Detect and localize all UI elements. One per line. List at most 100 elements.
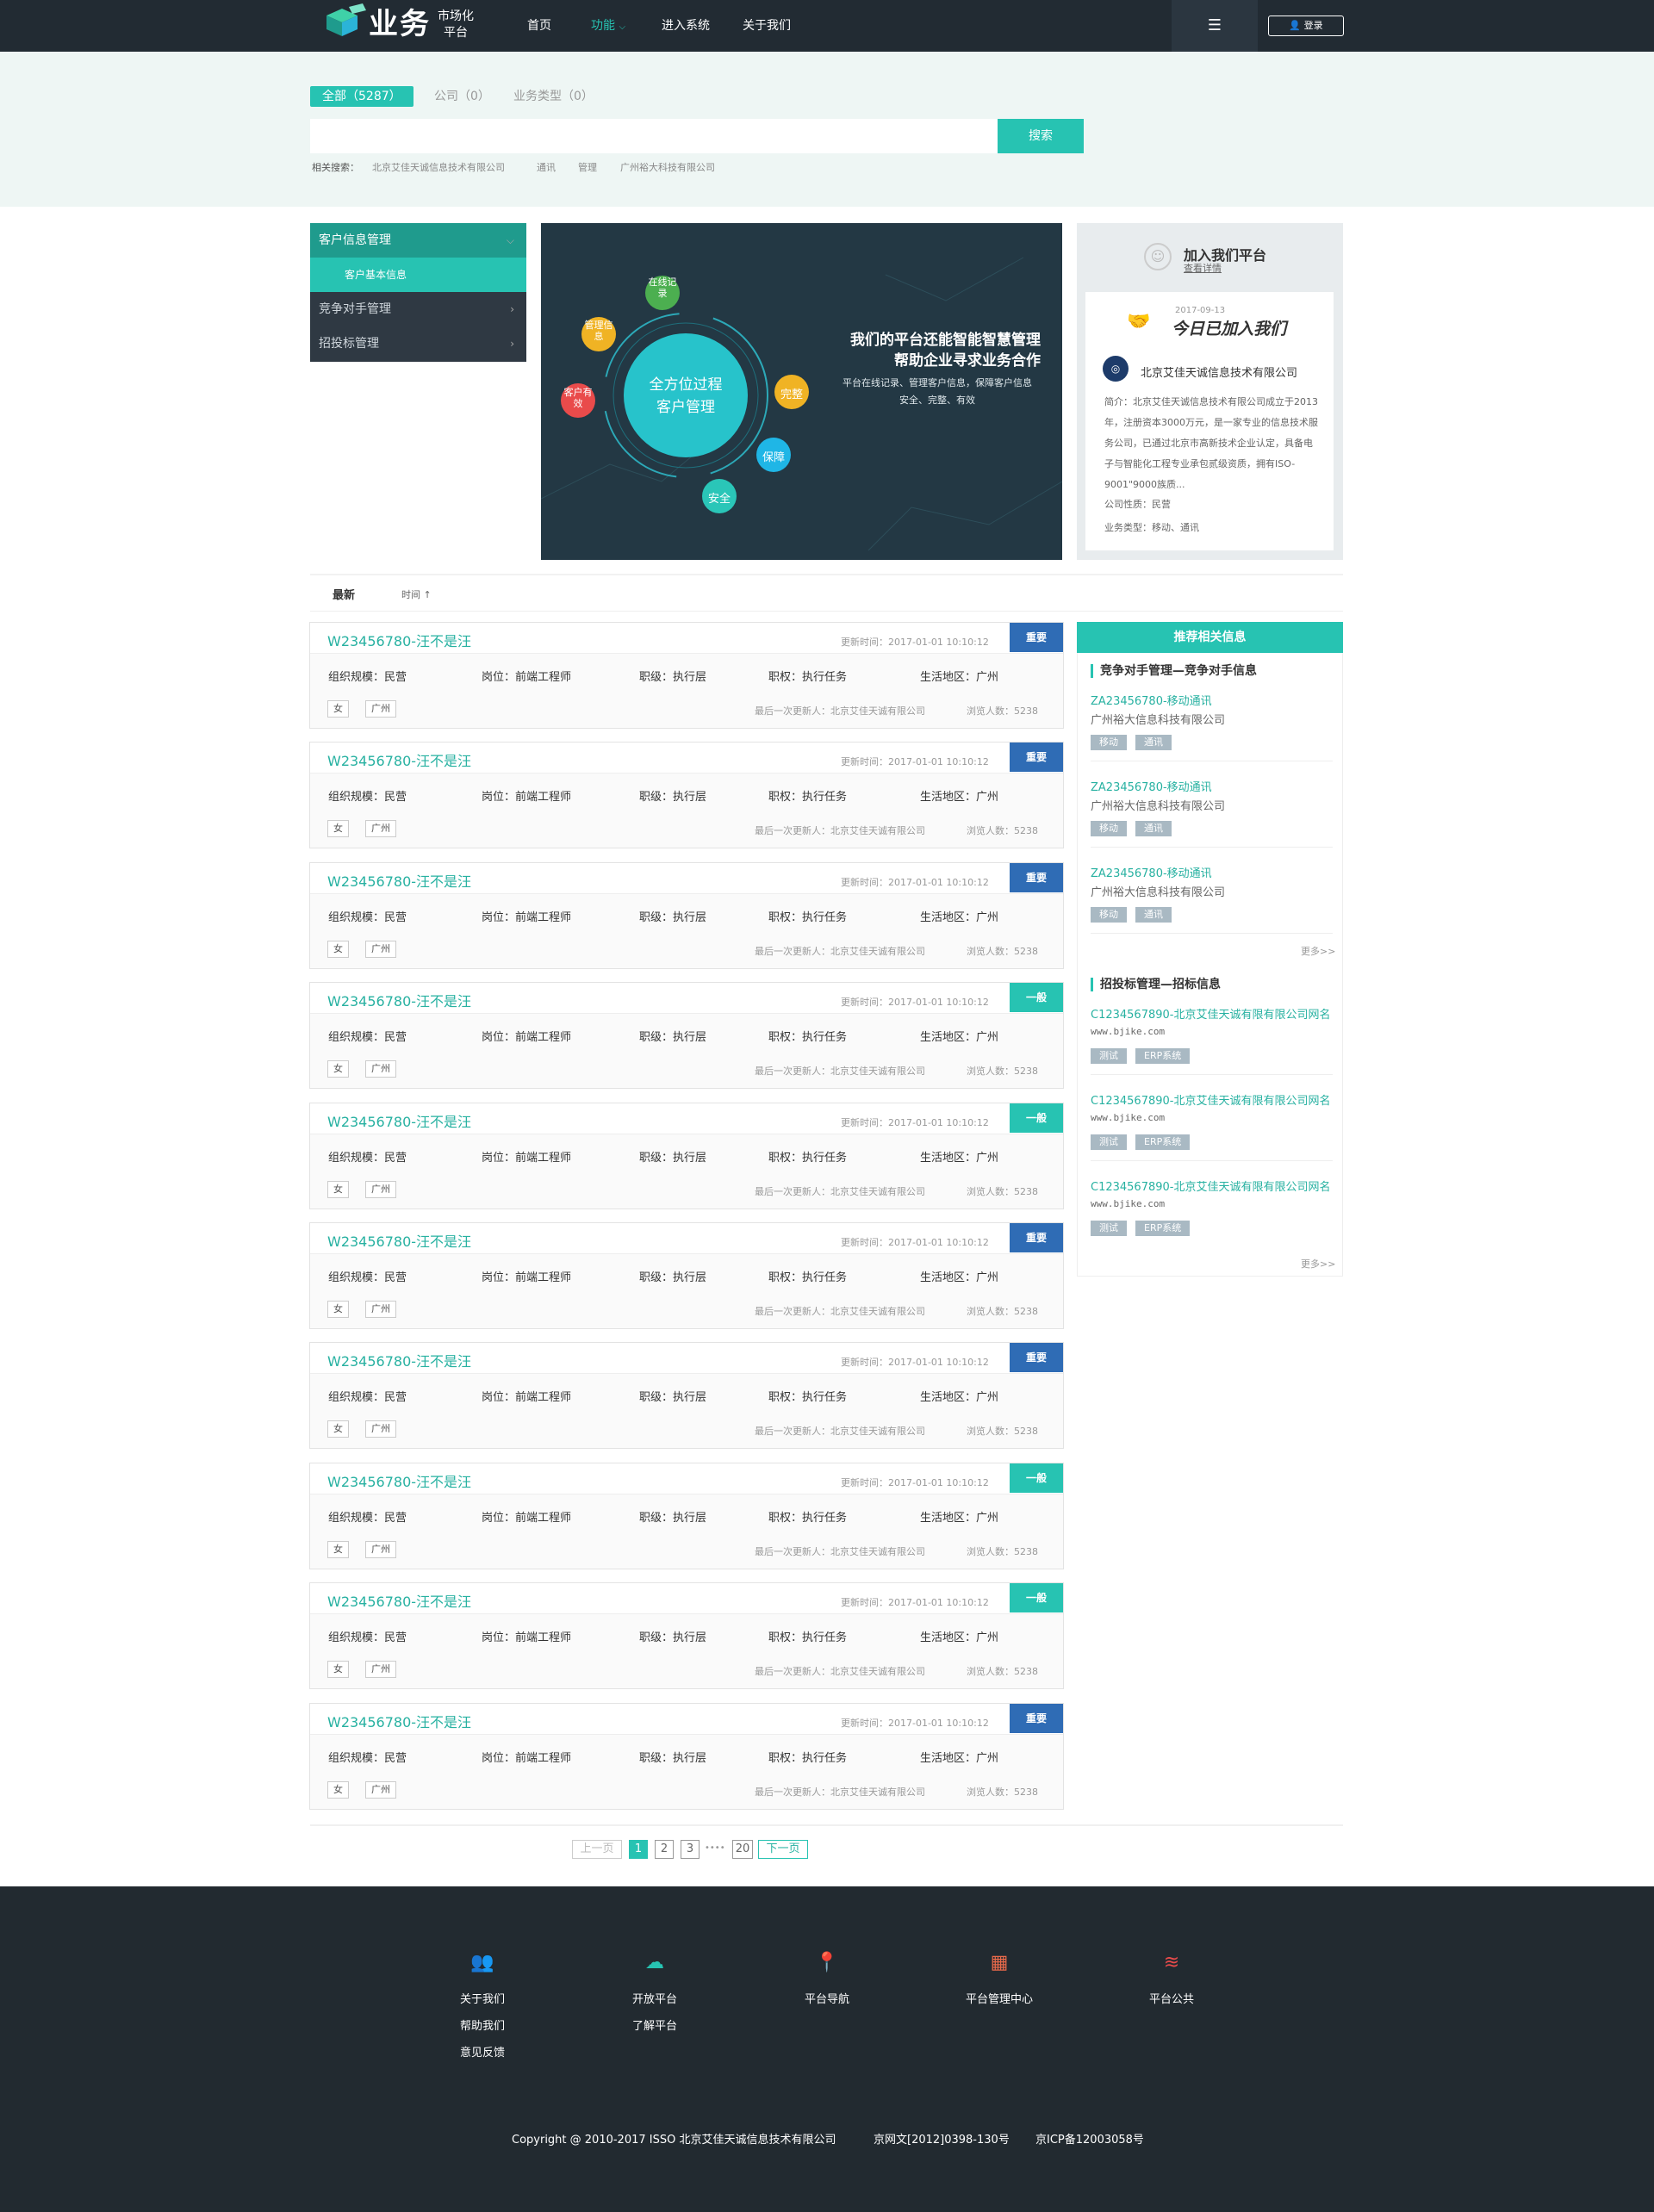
- tab-all[interactable]: 全部（5287）: [310, 86, 414, 107]
- nav-enter-system[interactable]: 进入系统: [662, 0, 710, 52]
- list-card[interactable]: W23456780-汪不是汪 更新时间：2017-01-01 10:10:12 重要…: [309, 1342, 1064, 1450]
- card-title[interactable]: W23456780-汪不是汪: [327, 1470, 471, 1491]
- field-org-scale: 组织规模：民营: [328, 791, 407, 805]
- card-title[interactable]: W23456780-汪不是汪: [327, 1711, 471, 1731]
- tab-business-type[interactable]: 业务类型（0）: [513, 86, 594, 107]
- nav-home[interactable]: 首页: [527, 0, 551, 52]
- footer-link[interactable]: 了解平台: [603, 2013, 706, 2040]
- search-input[interactable]: [310, 119, 998, 153]
- list-card[interactable]: W23456780-汪不是汪 更新时间：2017-01-01 10:10:12 重要…: [309, 622, 1064, 729]
- recommend-header: 推荐相关信息: [1077, 622, 1343, 653]
- list-card[interactable]: W23456780-汪不是汪 更新时间：2017-01-01 10:10:12 重要…: [309, 1702, 1064, 1810]
- list-card[interactable]: W23456780-汪不是汪 更新时间：2017-01-01 10:10:12 重要…: [309, 861, 1064, 969]
- join-details-link[interactable]: 查看详情: [1184, 261, 1222, 275]
- list-card[interactable]: W23456780-汪不是汪 更新时间：2017-01-01 10:10:12 一般…: [309, 1462, 1064, 1569]
- users-icon[interactable]: 👥: [470, 1952, 494, 1973]
- footer-link[interactable]: 平台公共: [1120, 1986, 1223, 2013]
- card-title[interactable]: W23456780-汪不是汪: [327, 749, 471, 770]
- sidebar-item-competitor[interactable]: 竞争对手管理 ›: [310, 292, 526, 326]
- related-link[interactable]: 广州裕大科技有限公司: [620, 160, 715, 174]
- search-button[interactable]: 搜索: [998, 119, 1084, 153]
- sort-time[interactable]: 时间 ↑: [401, 587, 432, 601]
- join-company[interactable]: 北京艾佳天诚信息技术有限公司: [1141, 363, 1297, 380]
- divider: [1091, 933, 1333, 934]
- rec-tag: ERP系统: [1135, 1134, 1191, 1150]
- card-update-time: 更新时间：2017-01-01 10:10:12: [841, 1597, 989, 1609]
- competitor-title[interactable]: ZA23456780-移动通讯: [1091, 864, 1212, 880]
- more-link[interactable]: 更多>>: [1301, 944, 1335, 958]
- list-card[interactable]: W23456780-汪不是汪 更新时间：2017-01-01 10:10:12 一般…: [309, 1102, 1064, 1209]
- card-title[interactable]: W23456780-汪不是汪: [327, 1350, 471, 1370]
- grid-icon[interactable]: ▦: [987, 1952, 1011, 1973]
- card-header: W23456780-汪不是汪 更新时间：2017-01-01 10:10:12 重要: [310, 623, 1063, 654]
- page-3[interactable]: 3: [681, 1840, 700, 1859]
- page-1[interactable]: 1: [629, 1840, 648, 1859]
- footer: [0, 1886, 1654, 2212]
- card-title[interactable]: W23456780-汪不是汪: [327, 630, 471, 650]
- logo-icon[interactable]: [323, 3, 368, 41]
- list-card[interactable]: W23456780-汪不是汪 更新时间：2017-01-01 10:10:12 重要…: [309, 1222, 1064, 1329]
- more-link[interactable]: 更多>>: [1301, 1257, 1335, 1271]
- card-title[interactable]: W23456780-汪不是汪: [327, 1590, 471, 1611]
- field-area: 生活地区：广州: [920, 1631, 999, 1645]
- bidding-title[interactable]: C1234567890-北京艾佳天诚有限有限公司网名: [1091, 1177, 1330, 1194]
- nav-about[interactable]: 关于我们: [743, 0, 791, 52]
- card-title[interactable]: W23456780-汪不是汪: [327, 1110, 471, 1131]
- menu-icon[interactable]: ☰: [1172, 0, 1258, 52]
- prev-page-button[interactable]: 上一页: [572, 1840, 622, 1859]
- banner-headline: 我们的平台还能智能智慧管理 帮助企业寻求业务合作: [850, 332, 1041, 370]
- card-title[interactable]: W23456780-汪不是汪: [327, 870, 471, 891]
- bidding-title[interactable]: C1234567890-北京艾佳天诚有限有限公司网名: [1091, 1091, 1330, 1108]
- page-2[interactable]: 2: [655, 1840, 674, 1859]
- competitor-title[interactable]: ZA23456780-移动通讯: [1091, 692, 1212, 708]
- tag-city: 广州: [365, 1180, 396, 1198]
- card-header: W23456780-汪不是汪 更新时间：2017-01-01 10:10:12 重要: [310, 743, 1063, 774]
- card-update-time: 更新时间：2017-01-01 10:10:12: [841, 756, 989, 768]
- card-title[interactable]: W23456780-汪不是汪: [327, 1230, 471, 1251]
- page-20[interactable]: 20: [732, 1840, 753, 1859]
- tag-gender: 女: [327, 1661, 349, 1679]
- login-button[interactable]: 👤 登录: [1268, 16, 1344, 36]
- sidebar-item-bidding[interactable]: 招投标管理 ›: [310, 326, 526, 361]
- promo-banner[interactable]: 全方位过程 客户管理 在线记录 管理信息 客户有效 完整 保障 安全 我们的平台还…: [541, 223, 1062, 560]
- join-intro: 简介：北京艾佳天诚信息技术有限公司成立于2013年，注册资本3000万元，是一家…: [1104, 396, 1318, 490]
- list-card[interactable]: W23456780-汪不是汪 更新时间：2017-01-01 10:10:12 一般…: [309, 1582, 1064, 1690]
- nav-features[interactable]: 功能 ⌵: [591, 0, 625, 52]
- field-power: 职权：执行任务: [768, 1151, 848, 1165]
- cloud-icon[interactable]: ☁: [643, 1952, 667, 1973]
- related-link[interactable]: 通讯: [537, 160, 556, 174]
- banner-desc: 平台在线记录、管理客户信息，保障客户信息 安全、完整、有效: [843, 377, 1032, 406]
- list-card[interactable]: W23456780-汪不是汪 更新时间：2017-01-01 10:10:12 重要…: [309, 742, 1064, 849]
- footer-link[interactable]: 开放平台: [603, 1986, 706, 2013]
- layers-icon[interactable]: ≋: [1160, 1952, 1184, 1973]
- field-org-scale: 组织规模：民营: [328, 1391, 407, 1405]
- license-culture: 京网文[2012]0398-130号: [874, 2134, 1010, 2147]
- related-link[interactable]: 管理: [578, 160, 597, 174]
- related-label: 相关搜索：: [312, 162, 359, 173]
- sort-latest[interactable]: 最新: [333, 586, 355, 602]
- competitor-title[interactable]: ZA23456780-移动通讯: [1091, 778, 1212, 794]
- priority-badge: 重要: [1010, 623, 1063, 652]
- tab-company[interactable]: 公司（0）: [434, 86, 490, 107]
- field-power: 职权：执行任务: [768, 1631, 848, 1645]
- footer-link[interactable]: 帮助我们: [431, 2013, 534, 2040]
- field-area: 生活地区：广州: [920, 1511, 999, 1525]
- last-updater: 最后一次更新人：北京艾佳天诚有限公司: [755, 1545, 925, 1557]
- card-title[interactable]: W23456780-汪不是汪: [327, 990, 471, 1010]
- footer-link[interactable]: 平台导航: [775, 1986, 879, 2013]
- bidding-title[interactable]: C1234567890-北京艾佳天诚有限有限公司网名: [1091, 1005, 1330, 1022]
- field-org-scale: 组织规模：民营: [328, 1271, 407, 1284]
- sidebar-item-customer-info[interactable]: 客户信息管理 ⌵: [310, 223, 526, 258]
- card-body: 组织规模：民营 岗位：前端工程师 职级：执行层 职权：执行任务 生活地区：广州女广州 最后…: [310, 1494, 1063, 1569]
- sidebar-subitem-customer-basic[interactable]: 客户基本信息: [310, 258, 526, 292]
- footer-link[interactable]: 意见反馈: [431, 2040, 534, 2066]
- next-page-button[interactable]: 下一页: [758, 1840, 808, 1859]
- related-link[interactable]: 北京艾佳天诚信息技术有限公司: [372, 160, 505, 174]
- field-org-scale: 组织规模：民营: [328, 1511, 407, 1525]
- tag-gender: 女: [327, 1540, 349, 1558]
- tag-city: 广州: [365, 1060, 396, 1078]
- list-card[interactable]: W23456780-汪不是汪 更新时间：2017-01-01 10:10:12 一般…: [309, 982, 1064, 1090]
- map-pin-icon[interactable]: 📍: [815, 1952, 839, 1973]
- footer-link[interactable]: 平台管理中心: [948, 1986, 1051, 2013]
- footer-link[interactable]: 关于我们: [431, 1986, 534, 2013]
